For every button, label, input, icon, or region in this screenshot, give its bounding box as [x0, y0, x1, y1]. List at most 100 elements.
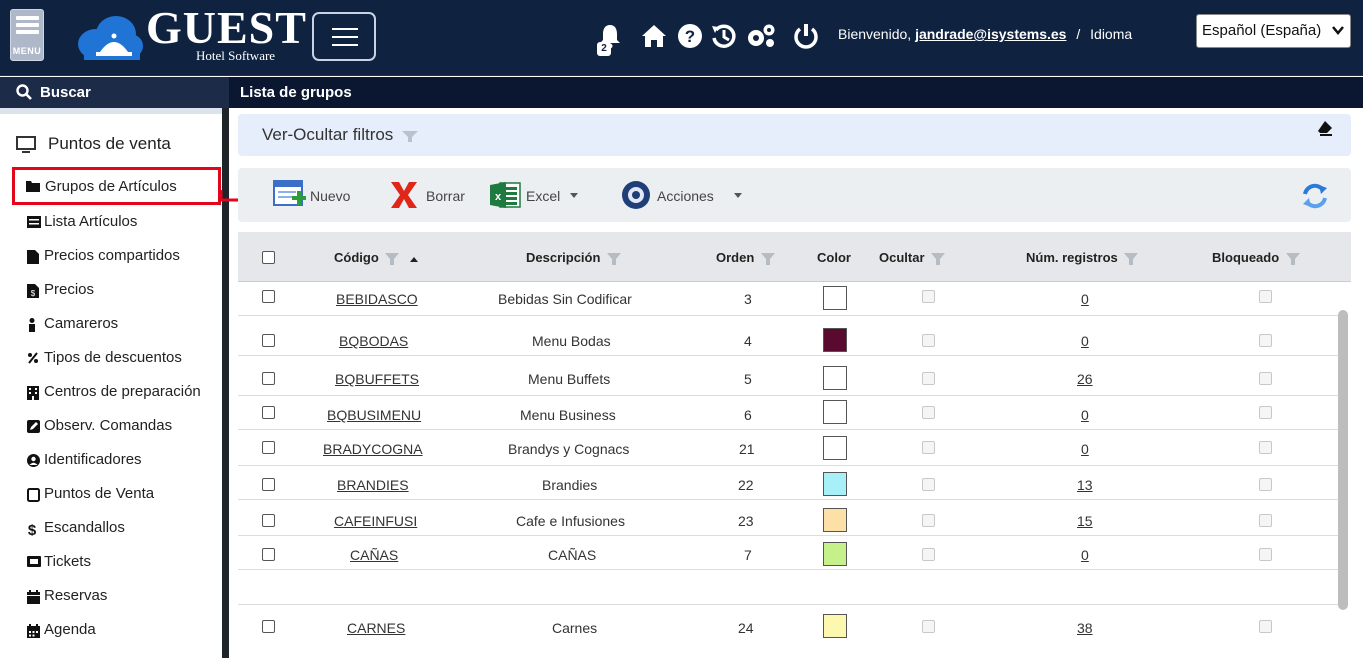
table-row[interactable]: BRANDIES Brandies 22 13 [238, 466, 1338, 500]
select-all-checkbox[interactable] [262, 251, 275, 264]
folder-icon [26, 181, 40, 192]
column-filter-icon[interactable] [607, 252, 622, 265]
row-checkbox[interactable] [262, 372, 275, 385]
table-scrollbar[interactable] [1338, 310, 1348, 610]
table-row[interactable]: BQBUSIMENU Menu Business 6 0 [238, 396, 1338, 430]
column-filter-icon[interactable] [1285, 252, 1300, 265]
help-icon[interactable]: ? [676, 22, 704, 50]
menu-button[interactable]: MENU [10, 9, 44, 61]
table-row[interactable]: CAÑAS CAÑAS 7 0 [238, 536, 1338, 570]
new-button[interactable]: Nuevo [272, 180, 366, 210]
row-checkbox[interactable] [262, 514, 275, 527]
sidebar-item-lista-articulos[interactable]: Lista Artículos [14, 205, 224, 239]
top-navbar: MENU GUEST Hotel Software 2 ? Bienvenido… [0, 0, 1363, 76]
row-checkbox[interactable] [262, 548, 275, 561]
column-filter-icon[interactable] [760, 252, 775, 265]
row-code-link[interactable]: BEBIDASCO [336, 291, 418, 307]
table-row[interactable]: CAFEINFUSI Cafe e Infusiones 23 15 [238, 502, 1338, 536]
row-records-link[interactable]: 13 [1077, 477, 1093, 493]
delete-button[interactable]: Borrar [388, 180, 478, 210]
column-filter-icon[interactable] [385, 252, 400, 265]
home-icon[interactable] [640, 22, 668, 50]
row-code-link[interactable]: CARNES [347, 620, 405, 636]
table-row[interactable]: CARNES Carnes 24 38 [238, 570, 1338, 638]
row-color-swatch [823, 286, 847, 310]
list-icon [27, 216, 41, 228]
row-records-link[interactable]: 0 [1081, 407, 1089, 423]
row-color-swatch [823, 328, 847, 352]
language-select[interactable]: Español (España) [1196, 14, 1351, 48]
file-invoice-icon: $ [27, 284, 39, 298]
row-description: Carnes [552, 620, 598, 636]
chevron-down-icon [1332, 26, 1344, 35]
row-records-link[interactable]: 0 [1081, 547, 1089, 563]
settings-gears-icon[interactable] [745, 22, 777, 50]
sidebar-item-reservas[interactable]: Reservas [14, 579, 224, 613]
row-records-link[interactable]: 15 [1077, 513, 1093, 529]
sort-ascending-icon[interactable] [409, 255, 419, 263]
column-header-label: Orden [716, 250, 755, 265]
sidebar-item-centros-preparacion[interactable]: Centros de preparación [14, 375, 224, 409]
row-checkbox[interactable] [262, 620, 275, 633]
sidebar-item-escandallos[interactable]: $ Escandallos [14, 511, 224, 545]
row-records-link[interactable]: 0 [1081, 441, 1089, 457]
row-color-swatch [823, 508, 847, 532]
row-code-link[interactable]: BRADYCOGNA [323, 441, 423, 457]
row-checkbox[interactable] [262, 441, 275, 454]
sidebar-item-precios-compartidos[interactable]: Precios compartidos [14, 239, 224, 273]
row-records-link[interactable]: 26 [1077, 371, 1093, 387]
column-header-label: Núm. registros [1026, 250, 1118, 265]
sidebar-item-identificadores[interactable]: Identificadores [14, 443, 224, 477]
column-header-records[interactable]: Núm. registros [1026, 250, 1139, 265]
row-code-link[interactable]: BQBUFFETS [335, 371, 419, 387]
row-checkbox[interactable] [262, 406, 275, 419]
sidebar-item-puntos-venta[interactable]: Puntos de Venta [14, 477, 224, 511]
actions-dropdown-button[interactable]: Acciones [620, 180, 750, 210]
row-records-link[interactable]: 38 [1077, 620, 1093, 636]
power-icon[interactable] [792, 22, 820, 50]
sidebar-item-grupos-articulos[interactable]: Grupos de Artículos [12, 167, 221, 205]
dollar-icon: $ [28, 522, 37, 536]
search-button[interactable]: Buscar [0, 77, 229, 108]
column-filter-icon[interactable] [1124, 252, 1139, 265]
history-icon[interactable] [710, 22, 738, 50]
table-row[interactable]: BEBIDASCO Bebidas Sin Codificar 3 0 [238, 282, 1338, 316]
column-header-order[interactable]: Orden [716, 250, 775, 265]
sidebar-item-observ-comandas[interactable]: Observ. Comandas [14, 409, 224, 443]
row-description: CAÑAS [548, 547, 597, 563]
table-row[interactable]: BQBODAS Menu Bodas 4 0 [238, 322, 1338, 356]
sidebar-section-header[interactable]: Puntos de venta [0, 124, 229, 164]
toggle-filters-button[interactable]: Ver-Ocultar filtros [262, 125, 419, 145]
table-row[interactable]: BRADYCOGNA Brandys y Cognacs 21 0 [238, 432, 1338, 466]
row-code-link[interactable]: BQBODAS [339, 333, 408, 349]
sidebar-item-agenda[interactable]: Agenda [14, 613, 224, 647]
row-code-link[interactable]: BQBUSIMENU [327, 407, 421, 423]
sidebar-item-label: Reservas [44, 587, 108, 604]
column-header-description[interactable]: Descripción [526, 250, 622, 265]
column-header-hide[interactable]: Ocultar [879, 250, 946, 265]
row-code-link[interactable]: BRANDIES [337, 477, 409, 493]
row-code-link[interactable]: CAÑAS [350, 547, 398, 563]
row-code-link[interactable]: CAFEINFUSI [334, 513, 417, 529]
eraser-icon[interactable] [1317, 120, 1333, 136]
refresh-icon[interactable] [1301, 182, 1329, 210]
row-records-link[interactable]: 0 [1081, 333, 1089, 349]
sidebar-item-camareros[interactable]: Camareros [14, 307, 224, 341]
column-header-color[interactable]: Color [817, 250, 851, 265]
excel-dropdown-button[interactable]: x Excel [490, 180, 594, 210]
row-checkbox[interactable] [262, 334, 275, 347]
svg-text:$: $ [31, 289, 36, 298]
row-records-link[interactable]: 0 [1081, 291, 1089, 307]
sidebar-item-precios[interactable]: $ Precios [14, 273, 224, 307]
sidebar-item-tipos-descuentos[interactable]: Tipos de descuentos [14, 341, 224, 375]
sidebar-item-tickets[interactable]: Tickets [14, 545, 224, 579]
hamburger-toggle-button[interactable] [312, 12, 376, 61]
column-header-code[interactable]: Código [334, 250, 419, 265]
row-checkbox[interactable] [262, 478, 275, 491]
user-circle-icon [27, 454, 40, 467]
column-header-locked[interactable]: Bloqueado [1212, 250, 1300, 265]
column-filter-icon[interactable] [931, 252, 946, 265]
row-checkbox[interactable] [262, 290, 275, 303]
user-email-link[interactable]: jandrade@isystems.es [915, 26, 1066, 42]
table-row[interactable]: BQBUFFETS Menu Buffets 5 26 [238, 362, 1338, 396]
